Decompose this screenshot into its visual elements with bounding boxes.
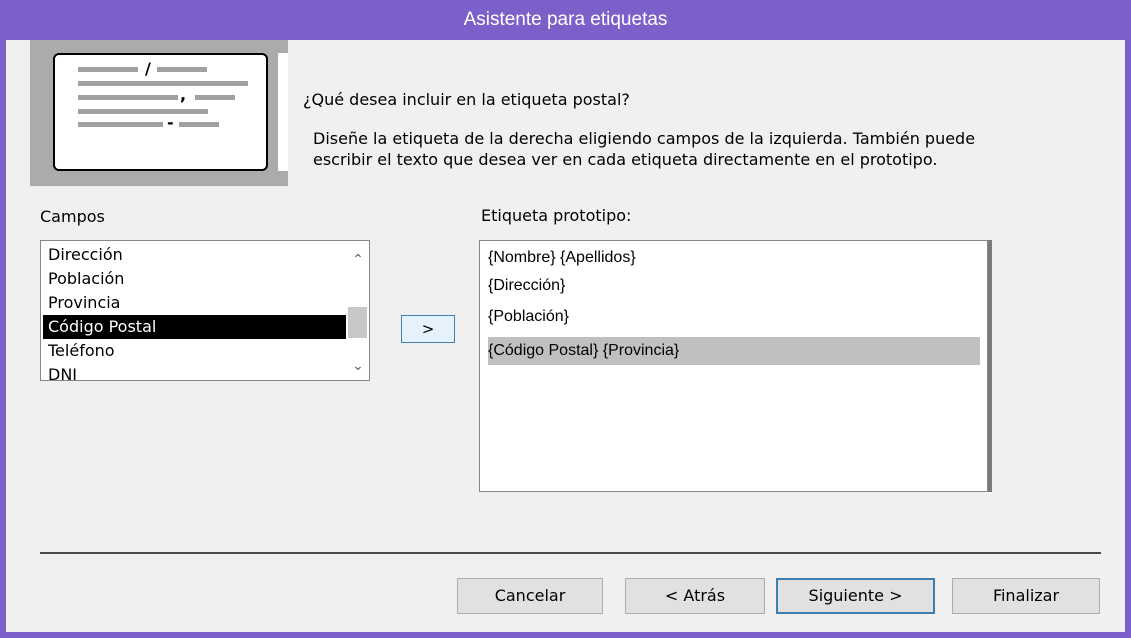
list-item[interactable]: DNI — [43, 363, 346, 380]
available-fields-label: Campos disponibles: — [40, 207, 105, 226]
wizard-description: Diseñe la etiqueta de la derecha eligien… — [313, 129, 976, 169]
available-fields-list[interactable]: Dirección Población Provincia Código Pos… — [40, 240, 370, 381]
prototype-line[interactable]: {Población} — [488, 303, 569, 331]
scroll-down-icon[interactable]: ⌄ — [350, 359, 366, 373]
label-document-icon: / , - — [30, 40, 288, 186]
prototype-line-selected[interactable]: {Código Postal} {Provincia} — [488, 337, 980, 365]
illustration-page-edge — [278, 53, 288, 171]
add-field-button[interactable]: > — [401, 315, 455, 343]
list-item[interactable]: Teléfono — [43, 339, 346, 363]
wizard-question: ¿Qué desea incluir en la etiqueta postal… — [303, 90, 630, 109]
prototype-shadow — [988, 240, 992, 492]
next-button[interactable]: Siguiente > — [776, 578, 935, 614]
cancel-button[interactable]: Cancelar — [457, 578, 603, 614]
prototype-line[interactable]: {Nombre} {Apellidos} — [488, 244, 636, 272]
list-item[interactable]: Provincia — [43, 291, 346, 315]
finish-button[interactable]: Finalizar — [952, 578, 1100, 614]
wizard-window: Asistente para etiquetas / , - ¿Qué dese… — [0, 0, 1131, 638]
separator — [40, 552, 1101, 554]
list-item-selected[interactable]: Código Postal — [43, 315, 346, 339]
vertical-scrollbar[interactable]: ⌃ ⌄ — [346, 241, 369, 380]
window-title: Asistente para etiquetas — [0, 0, 1131, 40]
scrollbar-thumb[interactable] — [348, 307, 367, 338]
back-button[interactable]: < Atrás — [625, 578, 765, 614]
list-item[interactable]: Dirección — [43, 243, 346, 267]
scroll-up-icon[interactable]: ⌃ — [350, 253, 366, 267]
prototype-line[interactable]: {Dirección} — [488, 272, 565, 300]
illustration-card: / , - — [53, 53, 268, 171]
prototype-label: Etiqueta prototipo: — [481, 206, 632, 225]
prototype-label-editor[interactable]: {Nombre} {Apellidos} {Dirección} {Poblac… — [479, 240, 988, 492]
list-item[interactable]: Población — [43, 267, 346, 291]
